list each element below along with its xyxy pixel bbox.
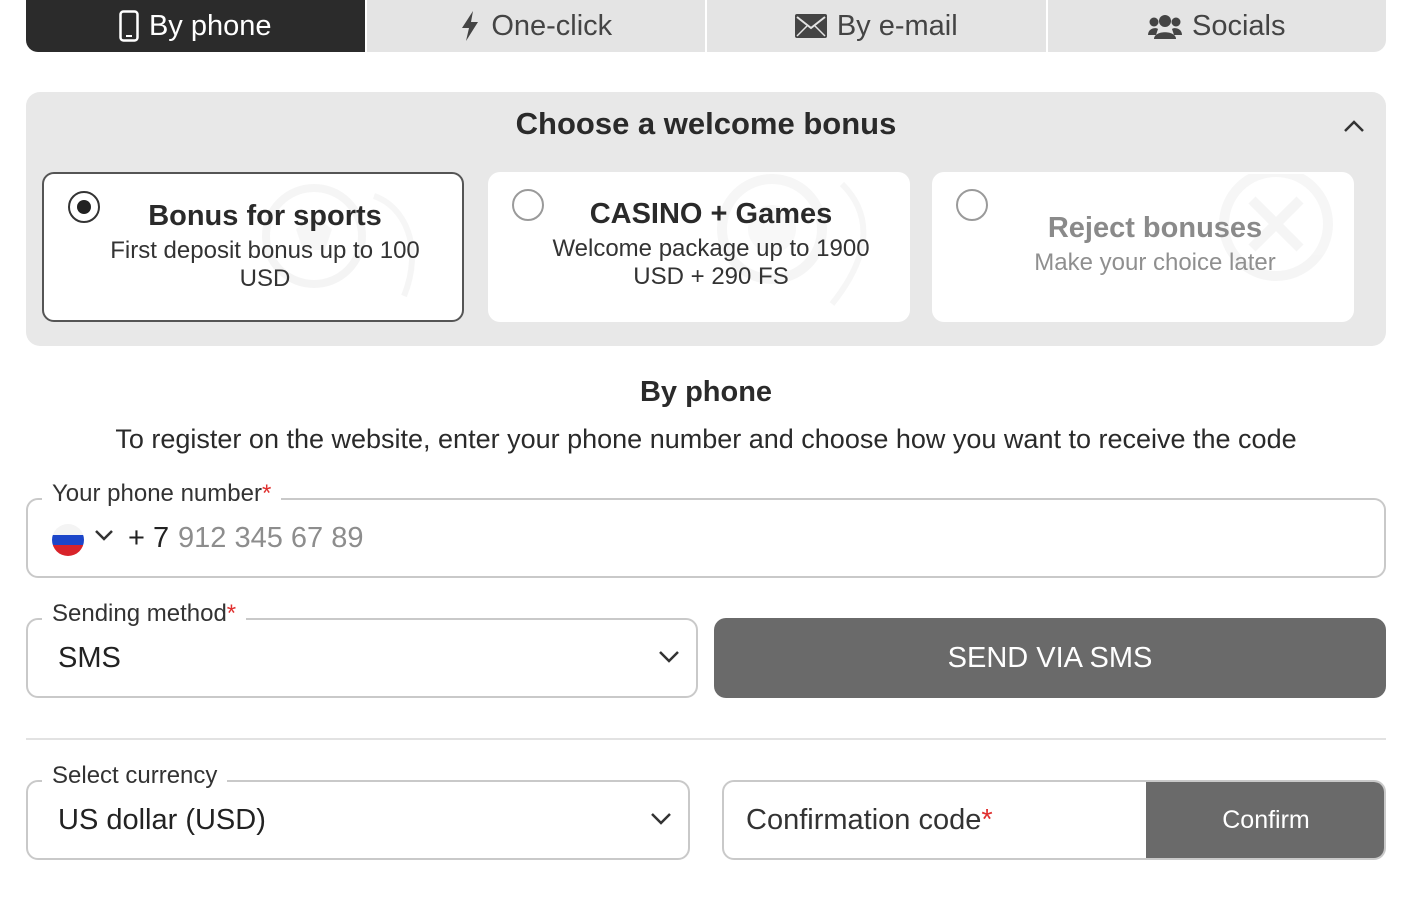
bonus-option-text: Reject bonuses Make your choice later <box>972 212 1338 277</box>
bonus-option-name: Bonus for sports <box>148 200 382 232</box>
currency-select[interactable]: Select currency US dollar (USD) <box>26 762 690 860</box>
phone-country-prefix: + 7 <box>128 522 170 554</box>
bonus-option-reject[interactable]: Reject bonuses Make your choice later <box>932 172 1354 322</box>
russia-flag-icon[interactable] <box>52 524 84 556</box>
chevron-down-icon <box>650 812 672 831</box>
section-description: To register on the website, enter your p… <box>115 424 1297 454</box>
bonus-option-text: CASINO + Games Welcome package up to 190… <box>528 198 894 291</box>
bonus-option-casino[interactable]: CASINO + Games Welcome package up to 190… <box>488 172 910 322</box>
registration-tabs: By phone One-click By e-mail Socials <box>26 0 1386 52</box>
envelope-icon <box>794 14 827 38</box>
bonus-option-sports[interactable]: Bonus for sports First deposit bonus up … <box>42 172 464 322</box>
tab-label: One-click <box>491 9 613 42</box>
confirmation-code-field[interactable]: Confirmation code* Confirm <box>722 780 1386 860</box>
welcome-bonus-panel: Choose a welcome bonus Bonus for sports … <box>26 92 1386 346</box>
chevron-up-icon <box>1343 119 1365 138</box>
tab-one-click[interactable]: One-click <box>364 0 705 52</box>
phone-number-field: Your phone number* + 7 <box>26 480 1386 578</box>
tab-label: By phone <box>148 9 272 42</box>
bonus-option-text: Bonus for sports First deposit bonus up … <box>84 200 446 293</box>
collapse-button[interactable] <box>1340 114 1368 142</box>
bonus-panel-title: Choose a welcome bonus <box>515 106 897 141</box>
tab-by-email[interactable]: By e-mail <box>705 0 1046 52</box>
bonus-option-name: Reject bonuses <box>1047 212 1263 244</box>
sending-method-value: SMS <box>58 642 121 674</box>
send-via-sms-button[interactable]: SEND VIA SMS <box>714 618 1386 698</box>
bonus-option-desc: Welcome package up to 1900 USD + 290 FS <box>552 235 870 290</box>
currency-value: US dollar (USD) <box>58 804 266 836</box>
tab-socials[interactable]: Socials <box>1045 0 1386 52</box>
smartphone-icon <box>119 10 139 42</box>
sending-method-select[interactable]: Sending method* SMS <box>26 600 698 698</box>
confirm-button[interactable]: Confirm <box>1146 782 1384 858</box>
bonus-option-desc: Make your choice later <box>1034 249 1276 276</box>
chevron-down-icon <box>658 650 680 669</box>
tab-by-phone[interactable]: By phone <box>26 0 365 52</box>
bonus-option-desc: First deposit bonus up to 100 USD <box>110 237 420 292</box>
phone-number-label: Your phone number* <box>42 480 282 508</box>
currency-label: Select currency <box>42 762 228 790</box>
sending-method-label: Sending method* <box>42 600 247 628</box>
confirmation-code-input[interactable]: Confirmation code* <box>746 804 993 837</box>
divider <box>26 738 1386 740</box>
section-title: By phone <box>639 376 773 408</box>
phone-number-input[interactable] <box>178 516 1358 560</box>
users-icon <box>1148 13 1182 39</box>
lightning-icon <box>459 10 481 42</box>
chevron-down-icon[interactable] <box>94 528 114 546</box>
tab-label: By e-mail <box>836 9 958 42</box>
tab-label: Socials <box>1192 9 1286 42</box>
bonus-option-name: CASINO + Games <box>589 198 833 230</box>
